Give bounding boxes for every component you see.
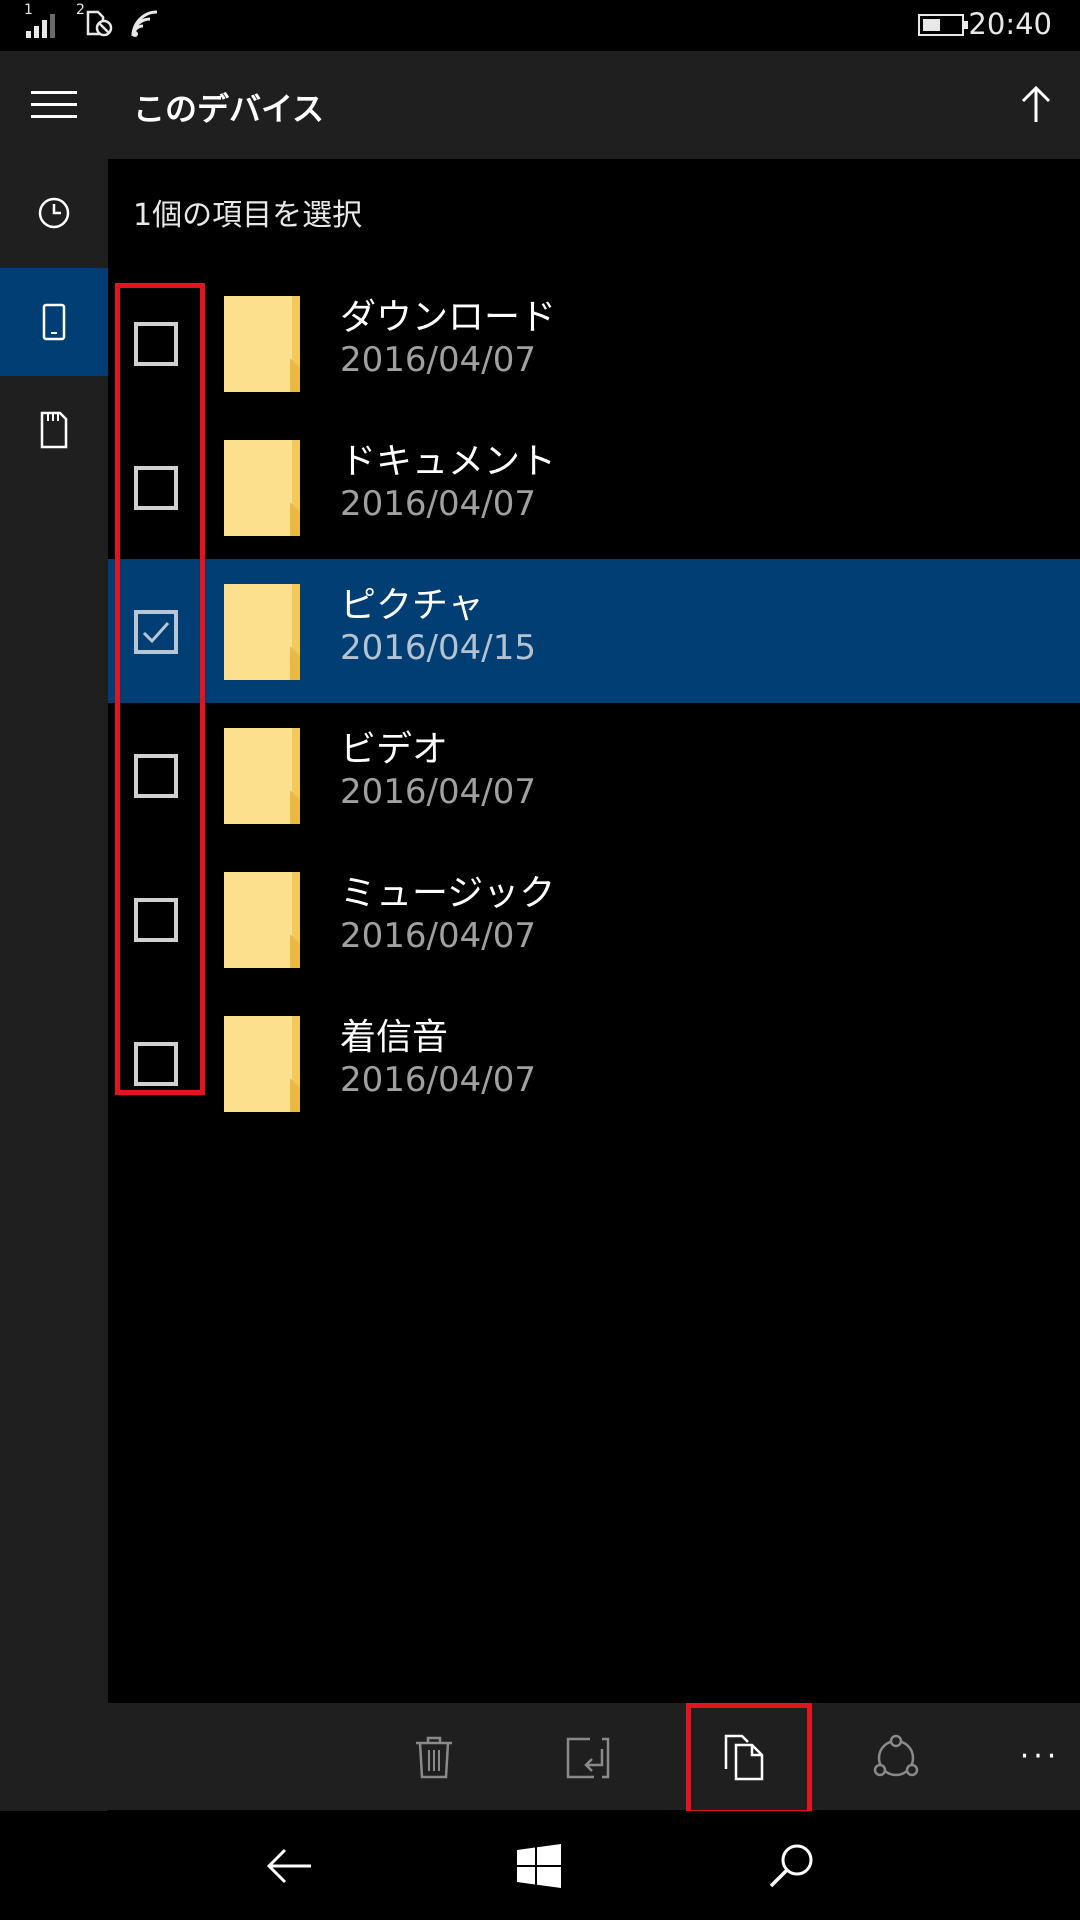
move-icon xyxy=(566,1737,610,1778)
search-button[interactable] xyxy=(736,1823,846,1909)
file-list: ダウンロード 2016/04/07 ドキュメント 2016/04/07 ピクチャ 2016… xyxy=(108,271,1080,1135)
signal-strength-icon xyxy=(26,14,55,38)
battery-level xyxy=(923,19,940,31)
status-bar: 1 2 20:40 xyxy=(0,0,1080,51)
clock-icon xyxy=(38,197,70,229)
item-date: 2016/04/07 xyxy=(340,484,536,524)
hamburger-menu-button[interactable] xyxy=(0,51,108,159)
more-options-button[interactable]: ··· xyxy=(1000,1703,1080,1810)
copy-button-highlight xyxy=(686,1703,812,1815)
up-folder-button[interactable] xyxy=(1010,78,1062,130)
arrow-up-icon xyxy=(1021,85,1051,122)
folder-icon xyxy=(224,1016,300,1112)
move-button[interactable] xyxy=(533,1703,643,1810)
selection-count: 1個の項目を選択 xyxy=(133,198,363,233)
wifi-icon xyxy=(131,10,158,37)
item-date: 2016/04/07 xyxy=(340,340,536,380)
this-device-button[interactable] xyxy=(0,268,108,376)
list-item[interactable]: ビデオ 2016/04/07 xyxy=(108,703,1080,847)
page-title: このデバイス xyxy=(133,90,325,128)
sim-no-service-icon xyxy=(86,10,113,37)
search-icon xyxy=(769,1844,813,1888)
item-date: 2016/04/07 xyxy=(340,1060,536,1100)
list-item[interactable]: ドキュメント 2016/04/07 xyxy=(108,415,1080,559)
share-icon xyxy=(873,1734,919,1776)
system-navigation-bar xyxy=(0,1811,1080,1920)
clock: 20:40 xyxy=(968,7,1052,41)
list-item[interactable]: ピクチャ 2016/04/15 xyxy=(108,559,1080,703)
share-button[interactable] xyxy=(841,1703,951,1810)
item-date: 2016/04/15 xyxy=(340,628,536,668)
navigation-rail xyxy=(0,51,108,1811)
item-name: ダウンロード xyxy=(340,297,557,338)
back-arrow-icon xyxy=(266,1848,311,1884)
item-name: ミュージック xyxy=(340,873,556,914)
folder-icon xyxy=(224,440,300,536)
folder-icon xyxy=(224,728,300,824)
list-item[interactable]: 着信音 2016/04/07 xyxy=(108,991,1080,1135)
item-date: 2016/04/07 xyxy=(340,772,536,812)
trash-icon xyxy=(416,1736,452,1778)
item-name: ドキュメント xyxy=(340,441,557,482)
battery-icon xyxy=(918,14,968,36)
checkbox-column-highlight xyxy=(115,283,205,1095)
item-name: ビデオ xyxy=(340,729,449,770)
command-bar: ··· xyxy=(108,1703,1080,1810)
list-item[interactable]: ミュージック 2016/04/07 xyxy=(108,847,1080,991)
folder-icon xyxy=(224,296,300,392)
sd-card-icon xyxy=(40,411,68,449)
start-button[interactable] xyxy=(484,1823,594,1909)
phone-icon xyxy=(42,303,66,341)
sd-card-button[interactable] xyxy=(0,376,108,484)
folder-icon xyxy=(224,584,300,680)
folder-icon xyxy=(224,872,300,968)
item-name: ピクチャ xyxy=(340,585,484,626)
windows-logo-icon xyxy=(517,1844,561,1888)
item-name: 着信音 xyxy=(340,1017,449,1058)
item-date: 2016/04/07 xyxy=(340,916,536,956)
recent-button[interactable] xyxy=(0,159,108,267)
back-button[interactable] xyxy=(234,1823,344,1909)
hamburger-icon xyxy=(31,91,77,118)
delete-button[interactable] xyxy=(379,1703,489,1810)
list-item[interactable]: ダウンロード 2016/04/07 xyxy=(108,271,1080,415)
header-bar: このデバイス xyxy=(108,51,1080,159)
